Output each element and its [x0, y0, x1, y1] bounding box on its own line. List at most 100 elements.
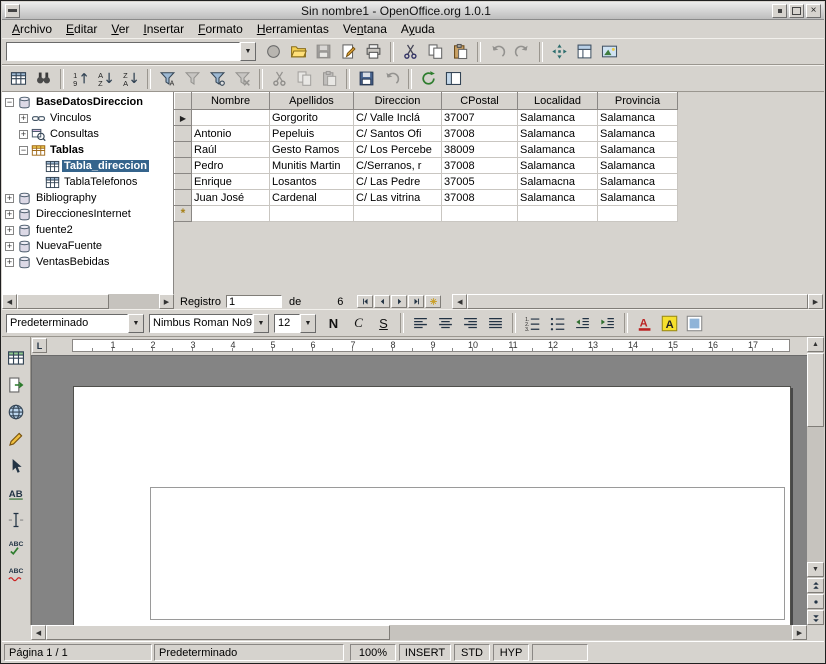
scroll-left-icon[interactable]: ◀: [31, 625, 46, 640]
cell[interactable]: 37008: [442, 190, 518, 206]
align-right-icon[interactable]: [459, 312, 482, 335]
cell-empty[interactable]: [270, 206, 354, 222]
row-marker[interactable]: [175, 190, 192, 206]
print-file-icon[interactable]: [362, 40, 385, 63]
cell[interactable]: Salamanca: [598, 142, 678, 158]
tree-item-vinculos[interactable]: +Vinculos: [2, 110, 173, 126]
window-menu-button[interactable]: [5, 4, 20, 18]
bold-button[interactable]: N: [322, 312, 345, 335]
menu-editar[interactable]: Editar: [59, 21, 104, 37]
cell[interactable]: Cardenal: [270, 190, 354, 206]
stylist-icon[interactable]: [573, 40, 596, 63]
cell[interactable]: C/ Las vitrina: [354, 190, 442, 206]
italic-button[interactable]: C: [347, 312, 370, 335]
row-marker[interactable]: [175, 158, 192, 174]
cell[interactable]: Salamanca: [598, 126, 678, 142]
cell[interactable]: Raúl: [192, 142, 270, 158]
menu-ver[interactable]: Ver: [104, 21, 136, 37]
collapse-icon[interactable]: −: [19, 146, 28, 155]
scroll-right-icon[interactable]: ▶: [808, 294, 823, 309]
url-combo[interactable]: ▼: [6, 42, 256, 61]
insert-objects-icon[interactable]: [4, 400, 28, 424]
cell[interactable]: Salamanca: [518, 110, 598, 126]
save-record-icon[interactable]: [355, 67, 378, 90]
increase-indent-icon[interactable]: [596, 312, 619, 335]
cell[interactable]: Salamanca: [598, 110, 678, 126]
cell[interactable]: Salamacna: [518, 174, 598, 190]
cell[interactable]: Antonio: [192, 126, 270, 142]
cell[interactable]: Gesto Ramos: [270, 142, 354, 158]
insert-fields-icon[interactable]: [4, 373, 28, 397]
column-header-nombre[interactable]: Nombre: [192, 93, 270, 110]
gallery-icon[interactable]: [598, 40, 621, 63]
navigation-icon[interactable]: [807, 594, 824, 609]
collapse-icon[interactable]: −: [5, 98, 14, 107]
cell[interactable]: Salamanca: [518, 190, 598, 206]
scrollbar-thumb[interactable]: [467, 294, 808, 309]
cell[interactable]: C/ Valle Inclá: [354, 110, 442, 126]
cell[interactable]: Munitis Martin: [270, 158, 354, 174]
tree-item-consultas[interactable]: +Consultas: [2, 126, 173, 142]
cell[interactable]: Losantos: [270, 174, 354, 190]
status-zoom[interactable]: 100%: [350, 644, 396, 661]
url-combo-arrow-icon[interactable]: ▼: [240, 42, 256, 61]
font-combo-arrow-icon[interactable]: ▼: [253, 314, 269, 333]
expand-icon[interactable]: +: [5, 210, 14, 219]
document-horizontal-scrollbar[interactable]: ◀ ▶: [31, 625, 807, 640]
insert-table-icon[interactable]: [4, 346, 28, 370]
cell[interactable]: Salamanca: [518, 126, 598, 142]
last-record-icon[interactable]: [408, 295, 424, 308]
vertical-scrollbar[interactable]: ▲ ▼: [807, 337, 824, 625]
cell-empty[interactable]: [518, 206, 598, 222]
expand-icon[interactable]: +: [5, 194, 14, 203]
align-left-icon[interactable]: [409, 312, 432, 335]
cell[interactable]: 37008: [442, 158, 518, 174]
url-input[interactable]: [6, 42, 240, 61]
cell[interactable]: Salamanca: [598, 158, 678, 174]
column-header-direccion[interactable]: Direccion: [354, 93, 442, 110]
cell[interactable]: 37008: [442, 126, 518, 142]
menu-formato[interactable]: Formato: [191, 21, 250, 37]
cell[interactable]: 37007: [442, 110, 518, 126]
record-number-input[interactable]: [226, 295, 282, 308]
cell[interactable]: Salamanca: [598, 174, 678, 190]
column-header-cpostal[interactable]: CPostal: [442, 93, 518, 110]
cell[interactable]: 38009: [442, 142, 518, 158]
copy-icon[interactable]: [424, 40, 447, 63]
tree-item-tablatelefonos[interactable]: TablaTelefonos: [2, 174, 173, 190]
draw-functions-icon[interactable]: [4, 427, 28, 451]
expand-icon[interactable]: +: [5, 226, 14, 235]
cell[interactable]: Pedro: [192, 158, 270, 174]
scrollbar-thumb[interactable]: [46, 625, 390, 640]
bullet-list-icon[interactable]: [546, 312, 569, 335]
grid-horizontal-scrollbar[interactable]: ◀ ▶: [452, 294, 823, 309]
table-data-icon[interactable]: [7, 67, 30, 90]
cell[interactable]: 37005: [442, 174, 518, 190]
cell[interactable]: C/Serranos, r: [354, 158, 442, 174]
scrollbar-thumb[interactable]: [17, 294, 109, 309]
status-hyperlink-mode[interactable]: HYP: [493, 644, 529, 661]
column-header-provincia[interactable]: Provincia: [598, 93, 678, 110]
font-size-combo[interactable]: 12 ▼: [274, 314, 316, 333]
cell[interactable]: C/ Los Percebe: [354, 142, 442, 158]
next-page-icon[interactable]: [807, 610, 824, 625]
scroll-left-icon[interactable]: ◀: [452, 294, 467, 309]
row-marker[interactable]: [175, 126, 192, 142]
menu-ventana[interactable]: Ventana: [336, 21, 394, 37]
close-button[interactable]: ×: [806, 4, 821, 18]
form-functions-icon[interactable]: [4, 454, 28, 478]
ruler-scale[interactable]: 1234567891011121314151617: [72, 339, 790, 352]
cell[interactable]: C/ Santos Ofi: [354, 126, 442, 142]
expand-icon[interactable]: +: [5, 242, 14, 251]
expand-icon[interactable]: +: [19, 130, 28, 139]
font-color-icon[interactable]: A: [633, 312, 656, 335]
align-center-icon[interactable]: [434, 312, 457, 335]
autotext-icon[interactable]: AB: [4, 481, 28, 505]
tree-item-direccionesinternet[interactable]: +DireccionesInternet: [2, 206, 173, 222]
row-marker[interactable]: [175, 142, 192, 158]
spellcheck-icon[interactable]: ABC: [4, 535, 28, 559]
size-combo-arrow-icon[interactable]: ▼: [300, 314, 316, 333]
underline-button[interactable]: S: [372, 312, 395, 335]
cell[interactable]: Enrique: [192, 174, 270, 190]
autofilter-icon[interactable]: A: [156, 67, 179, 90]
